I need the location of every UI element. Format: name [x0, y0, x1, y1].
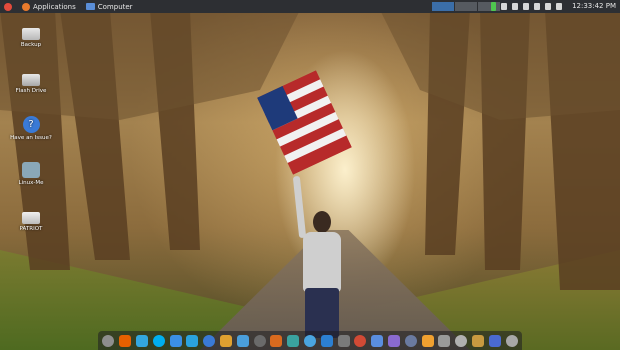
mobile-icon[interactable]: [438, 334, 451, 347]
skype-icon[interactable]: [152, 334, 165, 347]
chat-icon[interactable]: [169, 334, 182, 347]
bluetooth-icon[interactable]: [523, 3, 529, 10]
weather-icon[interactable]: [421, 334, 434, 347]
desktop-icon-label: Flash Drive: [15, 88, 47, 94]
firefox-alt-icon[interactable]: [270, 334, 283, 347]
app-menu-icon: [4, 2, 12, 11]
desktop-icon-label: Backup: [20, 42, 42, 48]
desktop-icon-label: Have an Issue?: [10, 135, 52, 141]
library-icon[interactable]: [253, 334, 266, 347]
music-icon[interactable]: [219, 334, 232, 347]
battery-icon[interactable]: [491, 2, 496, 11]
workspace-1[interactable]: [432, 2, 454, 11]
telegram-icon[interactable]: [186, 334, 199, 347]
removable-drive-icon: [22, 212, 40, 224]
desktop-icon-flash-drive[interactable]: Flash Drive: [8, 70, 54, 94]
file-manager-icon[interactable]: [455, 334, 468, 347]
coin-icon[interactable]: [471, 334, 484, 347]
image-viewer-icon[interactable]: [387, 334, 400, 347]
applications-label: Applications: [33, 2, 76, 11]
volume-icon[interactable]: [556, 3, 562, 10]
usb-drive-icon: [22, 74, 40, 86]
tweaks-icon[interactable]: [337, 334, 350, 347]
computer-menu[interactable]: Computer: [85, 0, 133, 13]
chrome-icon[interactable]: [135, 334, 148, 347]
applications-menu[interactable]: Applications: [22, 0, 76, 13]
wifi-icon[interactable]: [545, 3, 551, 10]
desktop-icon-label: PATRIOT: [19, 226, 43, 232]
applications-icon: [22, 2, 30, 11]
email-icon[interactable]: [320, 334, 333, 347]
monitor-icon[interactable]: [404, 334, 417, 347]
clock[interactable]: 12:33:42 PM: [572, 0, 616, 13]
desktop-icon-backup[interactable]: Backup: [8, 24, 54, 48]
desktop-icon-user[interactable]: Linux-Me: [8, 162, 54, 186]
app-store-icon[interactable]: [303, 334, 316, 347]
browser-icon[interactable]: [371, 334, 384, 347]
dock: [98, 331, 522, 350]
wallpaper-person-body: [303, 232, 341, 292]
workspace-2[interactable]: [455, 2, 477, 11]
network-icon[interactable]: [236, 334, 249, 347]
settings-icon[interactable]: [102, 334, 115, 347]
top-panel: Applications Computer 12:33:42 PM: [0, 0, 620, 13]
system-tray: [491, 1, 562, 12]
desktop-icon-patriot[interactable]: PATRIOT: [8, 208, 54, 232]
user-avatar-icon: [22, 162, 40, 178]
menu-button[interactable]: [4, 0, 12, 13]
windows-icon[interactable]: [488, 334, 501, 347]
trash-icon[interactable]: [505, 334, 518, 347]
desktop-icon-help[interactable]: ? Have an Issue?: [8, 116, 54, 141]
desktop-icon-label: Linux-Me: [18, 180, 44, 186]
computer-label: Computer: [97, 2, 133, 11]
photos-icon[interactable]: [354, 334, 367, 347]
water-icon[interactable]: [203, 334, 216, 347]
disk-icon[interactable]: [512, 3, 518, 10]
help-icon: ?: [22, 116, 40, 133]
workspace-switcher[interactable]: [432, 2, 500, 11]
drive-icon: [22, 28, 40, 40]
desktop[interactable]: Applications Computer 12:33:42 PM Backup…: [0, 0, 620, 350]
firefox-icon[interactable]: [119, 334, 132, 347]
computer-icon: [85, 3, 95, 10]
wallpaper-person-head: [313, 211, 331, 233]
notification-icon[interactable]: [501, 3, 507, 10]
network-icon[interactable]: [534, 3, 540, 10]
arrow-icon[interactable]: [287, 334, 300, 347]
